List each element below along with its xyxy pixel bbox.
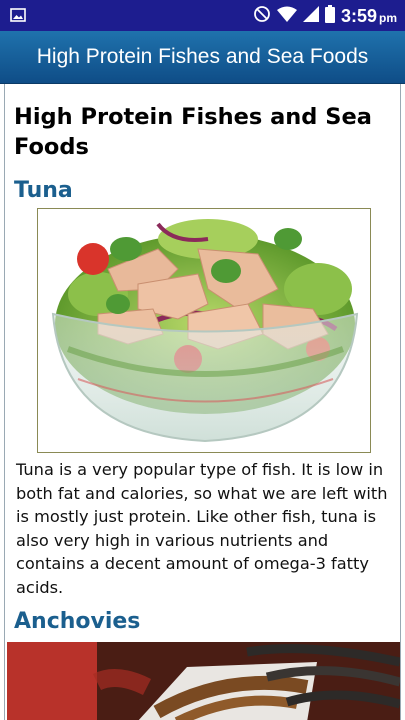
anchovies-image bbox=[7, 642, 400, 720]
wifi-icon bbox=[276, 6, 297, 27]
section-heading-tuna: Tuna bbox=[14, 178, 73, 203]
status-clock: 3:59 pm bbox=[341, 6, 397, 27]
section-heading-anchovies: Anchovies bbox=[14, 609, 141, 634]
status-bar: 3:59 pm bbox=[0, 0, 405, 31]
page-title: High Protein Fishes and Sea Foods bbox=[14, 104, 372, 160]
status-icons: 3:59 pm bbox=[253, 4, 397, 28]
battery-icon bbox=[324, 4, 335, 28]
app-bar-title: High Protein Fishes and Sea Foods bbox=[36, 45, 369, 68]
clock-ampm: pm bbox=[379, 10, 397, 25]
gallery-notification-icon bbox=[10, 7, 26, 23]
clock-time: 3:59 bbox=[340, 5, 377, 26]
do-not-disturb-icon bbox=[253, 5, 271, 28]
tuna-description: Tuna is a very popular type of fish. It … bbox=[16, 460, 388, 597]
article-scroll-view[interactable]: High Protein Fishes and Sea Foods Tuna T… bbox=[4, 84, 401, 720]
tuna-salad-image bbox=[37, 208, 371, 453]
app-bar: High Protein Fishes and Sea Foods bbox=[0, 31, 405, 84]
signal-icon bbox=[302, 5, 319, 27]
